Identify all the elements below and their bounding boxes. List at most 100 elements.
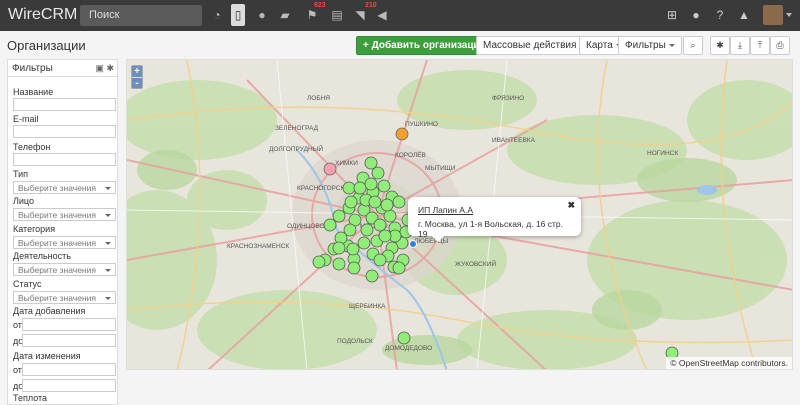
map-label: Карта: [586, 40, 613, 51]
type-label: Тип: [13, 169, 29, 179]
marker-selected[interactable]: [409, 240, 417, 248]
map-popup: ✖ ИП Лапин А.А г. Москва, ул 1-я Вольска…: [408, 197, 581, 239]
zoom-out-button[interactable]: -: [132, 77, 142, 89]
map-place-label: НОГИНСК: [647, 150, 678, 157]
bulk-actions-label: Массовые действия: [483, 40, 577, 51]
marker-green[interactable]: [323, 218, 337, 232]
plus-square-icon[interactable]: ⊞: [665, 8, 679, 22]
marker-green[interactable]: [397, 331, 411, 345]
phone-label: Телефон: [13, 142, 51, 152]
marker-orange[interactable]: [395, 127, 409, 141]
marker-green[interactable]: [373, 218, 387, 232]
page-title: Организации: [7, 38, 86, 53]
flag-badge: 623: [314, 2, 326, 9]
status-select[interactable]: Выберите значения: [13, 291, 116, 304]
category-select[interactable]: Выберите значения: [13, 236, 116, 249]
marker-green[interactable]: [364, 156, 378, 170]
marker-green[interactable]: [353, 181, 367, 195]
gear-icon[interactable]: ✱: [710, 36, 730, 55]
bulk-actions-button[interactable]: Массовые действия: [476, 36, 593, 55]
marker-green[interactable]: [392, 261, 406, 275]
search-icon[interactable]: ⌕: [683, 36, 703, 55]
marker-green[interactable]: [380, 198, 394, 212]
map-place-label: ДОМОДЕДОВО: [385, 345, 432, 352]
marker-green[interactable]: [357, 236, 371, 250]
email-input[interactable]: [13, 125, 116, 138]
map-place-label: ЖУКОВСКИЙ: [455, 259, 496, 268]
megaphone-icon[interactable]: ◀: [375, 8, 389, 22]
filters-button[interactable]: Фильтры: [618, 36, 682, 55]
person-label: Лицо: [13, 196, 34, 206]
person-select-placeholder: Выберите значения: [18, 210, 96, 220]
marker-green[interactable]: [332, 241, 346, 255]
page-header: Организации + Добавить организацию Массо…: [0, 31, 800, 59]
download-icon[interactable]: ⤓: [730, 36, 750, 55]
marker-green[interactable]: [365, 269, 379, 283]
chevron-down-icon: [105, 242, 111, 245]
marker-green[interactable]: [383, 209, 397, 223]
marker-green[interactable]: [332, 209, 346, 223]
date-changed-to-input[interactable]: [22, 379, 116, 392]
map-view[interactable]: ПУШКИНО КОРОЛЁВ ХИМКИ МЫТИЩИ ДОЛГОПРУДНЫЙ КРА…: [126, 59, 793, 370]
map-attribution: © OpenStreetMap contributors.: [666, 357, 792, 369]
marker-green[interactable]: [344, 195, 358, 209]
marker-green[interactable]: [347, 261, 361, 275]
date-added-from-input[interactable]: [22, 318, 116, 331]
list-icon[interactable]: ▤: [330, 8, 344, 22]
dashboard-icon[interactable]: ◔: [210, 8, 224, 22]
app-logo[interactable]: WireCRM: [8, 6, 77, 24]
upload-icon[interactable]: ⤒: [750, 36, 770, 55]
phone-input[interactable]: [13, 153, 116, 166]
marker-green[interactable]: [373, 253, 387, 267]
marker-green[interactable]: [371, 166, 385, 180]
gear-icon[interactable]: ✱: [106, 63, 114, 73]
close-icon[interactable]: ✖: [567, 200, 575, 211]
zoom-control: + -: [131, 65, 143, 89]
map-place-label: ФРЯЗИНО: [492, 95, 524, 102]
map-place-label: КРАСНОГОРСК: [297, 185, 344, 192]
bell-icon[interactable]: ▲: [737, 8, 751, 22]
marker-green[interactable]: [360, 223, 374, 237]
map-place-label: ПУШКИНО: [405, 121, 438, 128]
rss-icon[interactable]: ◥: [353, 8, 367, 22]
date-added-label: Дата добавления: [13, 306, 86, 316]
type-select[interactable]: Выберите значения: [13, 181, 116, 194]
chevron-down-icon: [105, 214, 111, 217]
marker-pink[interactable]: [323, 162, 337, 176]
help-icon[interactable]: ?: [713, 8, 727, 22]
add-organization-button[interactable]: + Добавить организацию: [356, 36, 496, 55]
name-input[interactable]: [13, 98, 116, 111]
map-place-label: ЛОБНЯ: [307, 95, 330, 102]
marker-green[interactable]: [392, 195, 406, 209]
marker-green[interactable]: [368, 195, 382, 209]
mobile-icon[interactable]: ▯: [231, 4, 245, 26]
email-label: E-mail: [13, 114, 39, 124]
marker-green[interactable]: [377, 179, 391, 193]
filters-panel: Фильтры ▣ ✱ Название E-mail Телефон Тип …: [7, 59, 118, 405]
marker-green[interactable]: [346, 242, 360, 256]
chevron-down-icon[interactable]: [786, 13, 792, 17]
marker-green[interactable]: [332, 257, 346, 271]
flag-icon[interactable]: ⚑: [305, 8, 319, 22]
filters-title: Фильтры: [12, 63, 53, 74]
marker-green[interactable]: [364, 177, 378, 191]
print-icon[interactable]: ⎙: [770, 36, 790, 55]
top-navbar: WireCRM Поиск ◔ ▯ ● ▰ ⚑ 623 ▤ ◥ 210 ◀ ⊞ …: [0, 0, 800, 31]
person-select[interactable]: Выберите значения: [13, 208, 116, 221]
user-avatar[interactable]: [763, 5, 783, 25]
person-icon[interactable]: ●: [255, 8, 269, 22]
date-added-to-input[interactable]: [22, 334, 116, 347]
chat-icon[interactable]: ●: [689, 8, 703, 22]
save-icon[interactable]: ▣: [95, 63, 104, 73]
date-changed-from-input[interactable]: [22, 363, 116, 376]
search-input[interactable]: Поиск: [80, 5, 202, 26]
activity-select-placeholder: Выберите значения: [18, 265, 96, 275]
popup-organization-link[interactable]: ИП Лапин А.А: [418, 205, 571, 215]
chevron-down-icon: [105, 187, 111, 190]
marker-green[interactable]: [312, 255, 326, 269]
marker-green[interactable]: [342, 181, 356, 195]
briefcase-icon[interactable]: ▰: [278, 8, 292, 22]
activity-select[interactable]: Выберите значения: [13, 263, 116, 276]
zoom-in-button[interactable]: +: [132, 66, 142, 77]
marker-green[interactable]: [378, 229, 392, 243]
